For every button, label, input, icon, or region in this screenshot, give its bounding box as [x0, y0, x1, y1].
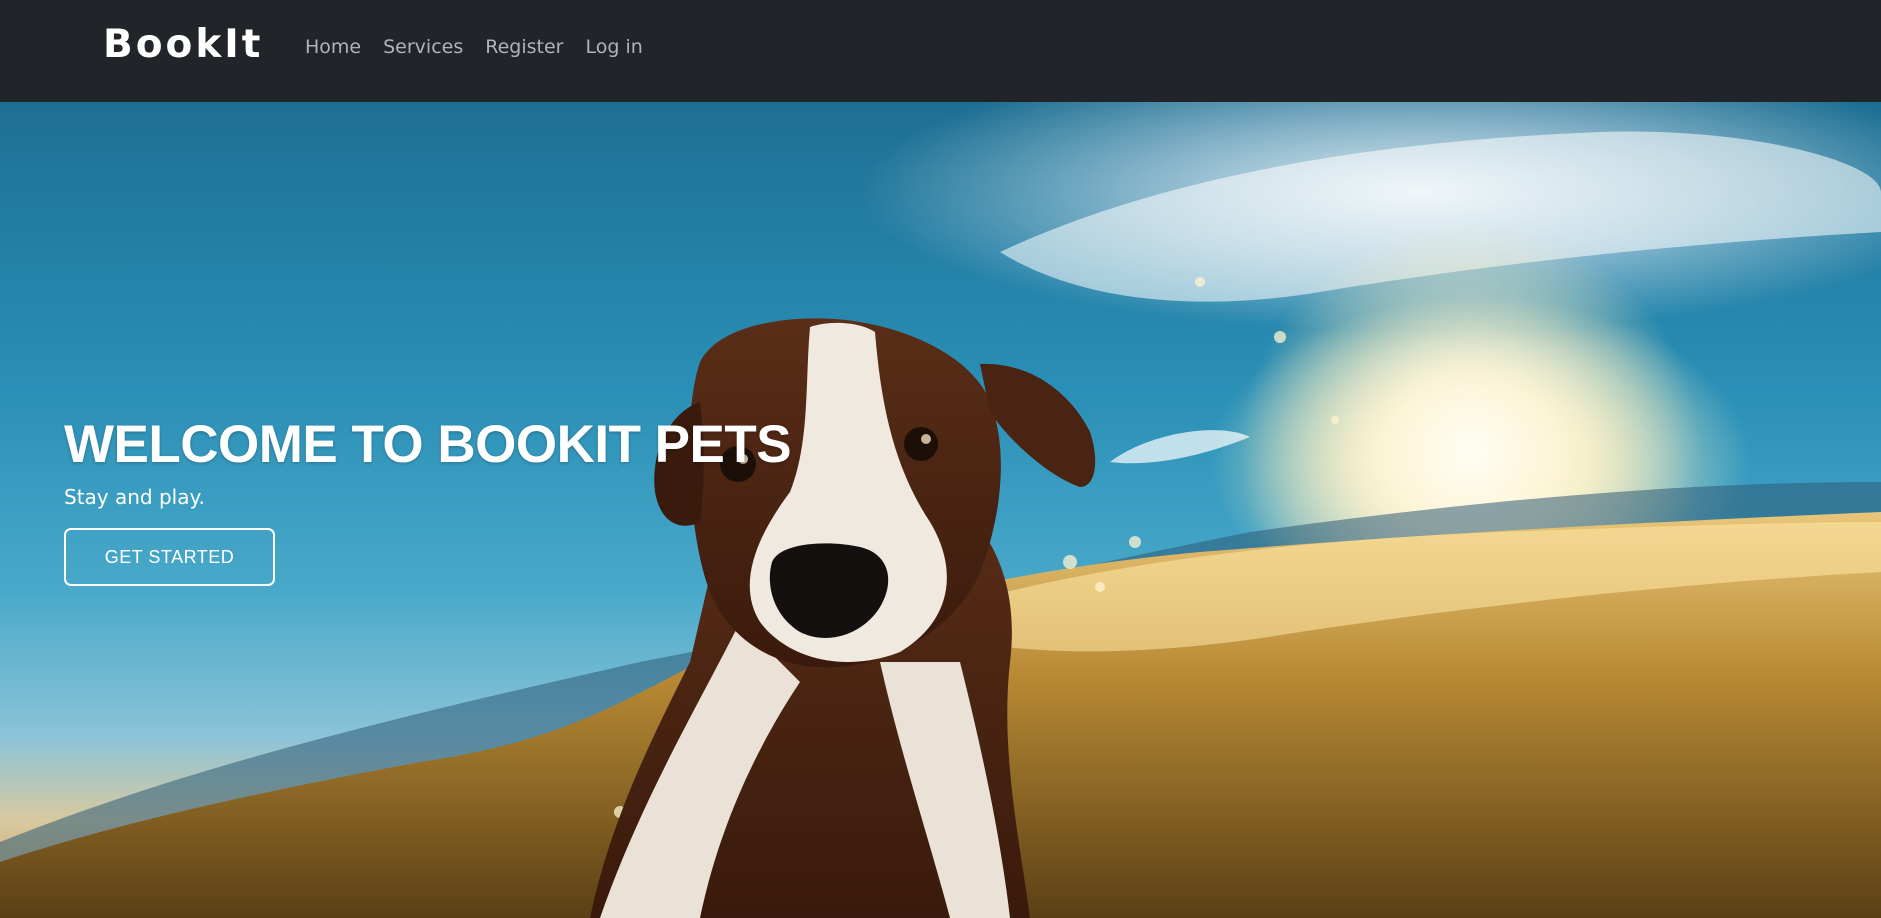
navbar: BookIt Home Services Register Log in [0, 0, 1881, 102]
nav-link-services[interactable]: Services [383, 36, 463, 58]
nav-link-register[interactable]: Register [485, 36, 563, 58]
hero-section: WELCOME TO BOOKIT PETS Stay and play. GE… [0, 102, 1881, 918]
nav-link-login[interactable]: Log in [585, 36, 642, 58]
nav-links: Home Services Register Log in [305, 36, 643, 58]
hero-subtitle: Stay and play. [64, 485, 205, 509]
get-started-button[interactable]: GET STARTED [64, 528, 275, 586]
nav-link-home[interactable]: Home [305, 36, 361, 58]
hero-title: WELCOME TO BOOKIT PETS [64, 415, 792, 474]
hero-text-block: WELCOME TO BOOKIT PETS Stay and play. GE… [64, 414, 792, 586]
brand-logo[interactable]: BookIt [103, 22, 263, 67]
